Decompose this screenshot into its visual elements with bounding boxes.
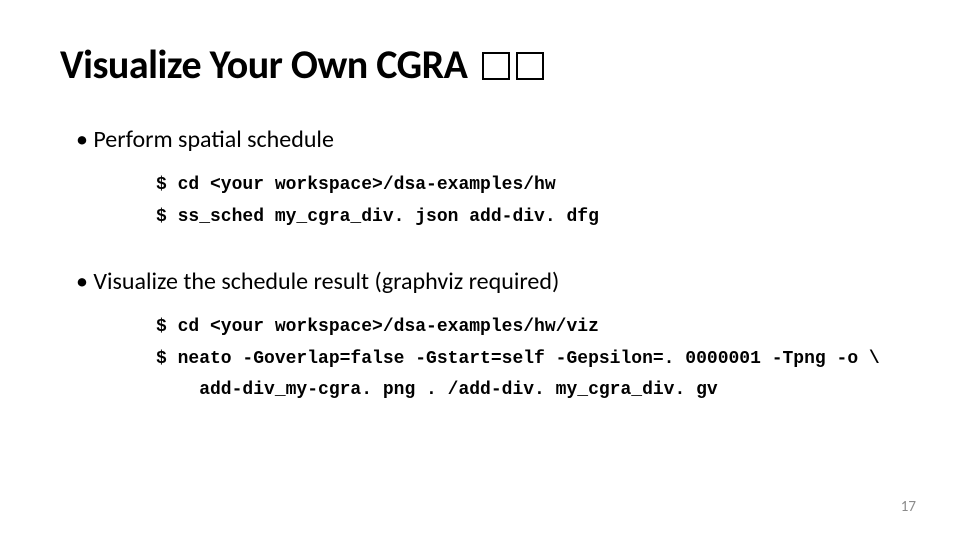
missing-glyph-icon bbox=[516, 52, 544, 80]
command-line: add-div_my-cgra. png . /add-div. my_cgra… bbox=[156, 375, 900, 407]
title-text: Visualize Your Own CGRA bbox=[60, 40, 476, 89]
command-line: $ cd <your workspace>/dsa-examples/hw/vi… bbox=[156, 312, 900, 344]
command-block: $ cd <your workspace>/dsa-examples/hw $ … bbox=[156, 170, 900, 233]
bullet-text: Perform spatial schedule bbox=[93, 125, 334, 154]
slide: Visualize Your Own CGRA Perform spatial … bbox=[0, 0, 960, 540]
page-number: 17 bbox=[901, 498, 916, 516]
command-block: $ cd <your workspace>/dsa-examples/hw/vi… bbox=[156, 312, 900, 407]
command-line: $ ss_sched my_cgra_div. json add-div. df… bbox=[156, 202, 900, 234]
command-line: $ cd <your workspace>/dsa-examples/hw bbox=[156, 170, 900, 202]
missing-glyph-icon bbox=[482, 52, 510, 80]
bullet-item: Perform spatial schedule bbox=[76, 125, 900, 154]
bullet-item: Visualize the schedule result (graphviz … bbox=[76, 267, 900, 296]
bullet-text: Visualize the schedule result (graphviz … bbox=[93, 267, 559, 296]
slide-title: Visualize Your Own CGRA bbox=[60, 40, 900, 89]
command-line: $ neato -Goverlap=false -Gstart=self -Ge… bbox=[156, 344, 900, 376]
